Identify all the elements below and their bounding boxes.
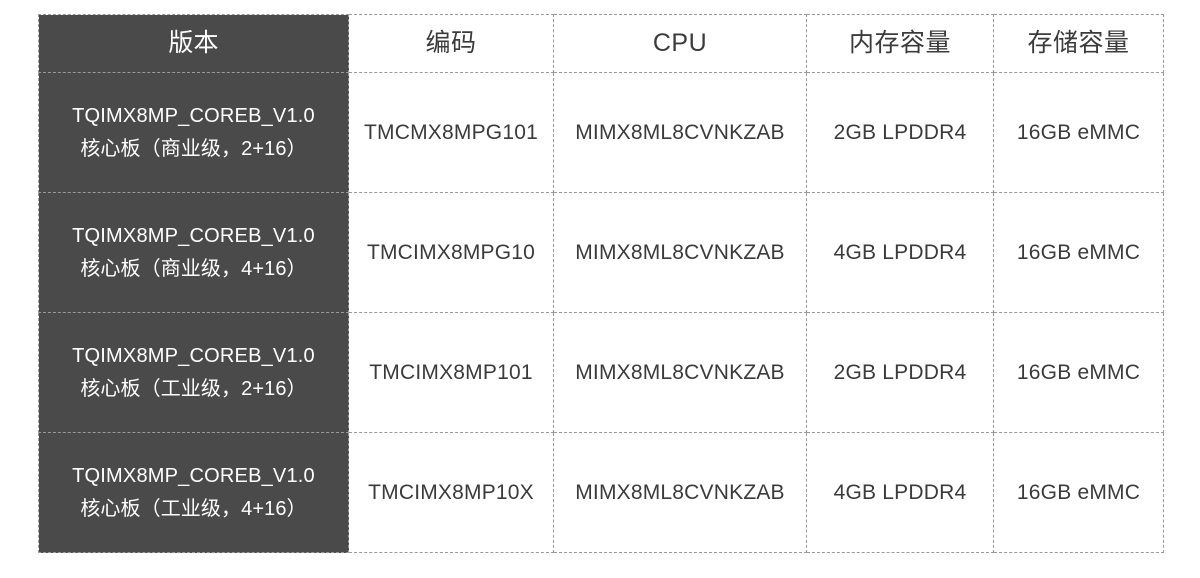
cell-storage: 16GB eMMC [993,192,1164,313]
cell-version: TQIMX8MP_COREB_V1.0 核心板（商业级，4+16） [38,192,349,313]
cell-cpu: MIMX8ML8CVNKZAB [553,432,807,553]
version-model-name: TQIMX8MP_COREB_V1.0 [72,105,315,128]
column-header-storage: 存储容量 [993,14,1164,73]
spec-table-container: 版本 编码 CPU 内存容量 存储容量 TQIMX8MP_COREB_V1.0 … [38,14,1164,553]
table-row: TQIMX8MP_COREB_V1.0 核心板（商业级，4+16） TMCIMX… [38,192,1164,313]
cell-code: TMCIMX8MP10X [348,432,554,553]
column-header-code: 编码 [348,14,554,73]
cell-code: TMCIMX8MPG10 [348,192,554,313]
cell-storage: 16GB eMMC [993,72,1164,193]
cell-memory: 4GB LPDDR4 [806,192,994,313]
column-header-version: 版本 [38,14,349,73]
cell-storage: 16GB eMMC [993,432,1164,553]
table-row: TQIMX8MP_COREB_V1.0 核心板（工业级，4+16） TMCIMX… [38,432,1164,553]
cell-cpu: MIMX8ML8CVNKZAB [553,312,807,433]
cell-memory: 2GB LPDDR4 [806,312,994,433]
cell-code: TMCMX8MPG101 [348,72,554,193]
table-header-row: 版本 编码 CPU 内存容量 存储容量 [38,14,1164,73]
cell-storage: 16GB eMMC [993,312,1164,433]
version-grade-spec: 核心板（工业级，4+16） [80,497,307,520]
cell-code: TMCIMX8MP101 [348,312,554,433]
table-row: TQIMX8MP_COREB_V1.0 核心板（工业级，2+16） TMCIMX… [38,312,1164,433]
cell-version: TQIMX8MP_COREB_V1.0 核心板（商业级，2+16） [38,72,349,193]
version-grade-spec: 核心板（工业级，2+16） [80,377,307,400]
version-grade-spec: 核心板（商业级，2+16） [80,137,307,160]
cell-memory: 2GB LPDDR4 [806,72,994,193]
cell-memory: 4GB LPDDR4 [806,432,994,553]
version-model-name: TQIMX8MP_COREB_V1.0 [72,465,315,488]
cell-version: TQIMX8MP_COREB_V1.0 核心板（工业级，2+16） [38,312,349,433]
cell-cpu: MIMX8ML8CVNKZAB [553,72,807,193]
version-model-name: TQIMX8MP_COREB_V1.0 [72,345,315,368]
column-header-cpu: CPU [553,14,807,73]
version-grade-spec: 核心板（商业级，4+16） [80,257,307,280]
version-model-name: TQIMX8MP_COREB_V1.0 [72,225,315,248]
product-spec-table: 版本 编码 CPU 内存容量 存储容量 TQIMX8MP_COREB_V1.0 … [38,14,1164,553]
cell-version: TQIMX8MP_COREB_V1.0 核心板（工业级，4+16） [38,432,349,553]
column-header-memory: 内存容量 [806,14,994,73]
cell-cpu: MIMX8ML8CVNKZAB [553,192,807,313]
table-row: TQIMX8MP_COREB_V1.0 核心板（商业级，2+16） TMCMX8… [38,72,1164,193]
